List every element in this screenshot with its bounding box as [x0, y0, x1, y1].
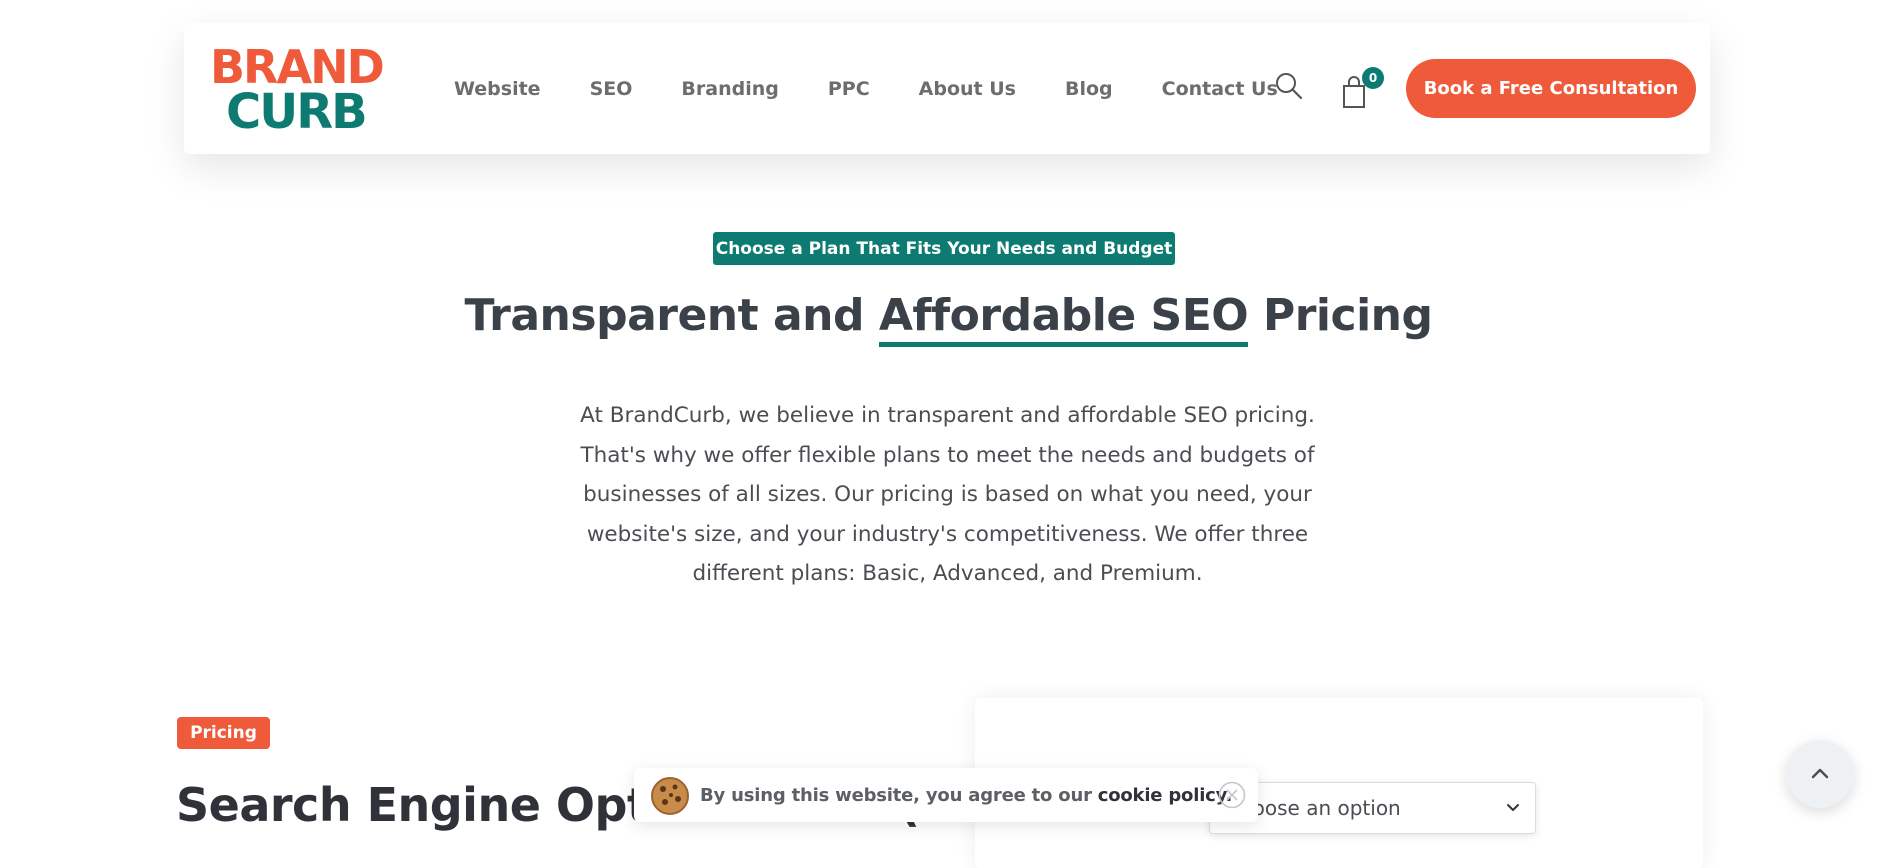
plan-select[interactable]: Choose an option	[1209, 782, 1536, 834]
cart-button[interactable]: 0	[1340, 67, 1384, 109]
search-button[interactable]	[1274, 71, 1304, 103]
chevron-down-icon	[1507, 804, 1519, 811]
nav-ppc[interactable]: PPC	[828, 78, 870, 100]
nav-blog[interactable]: Blog	[1065, 78, 1113, 100]
chevron-up-icon	[1811, 768, 1829, 779]
hero-title-start: Transparent and	[464, 290, 879, 341]
logo-line-2: CURB	[226, 84, 368, 140]
nav-website[interactable]: Website	[454, 78, 541, 100]
cookie-policy-link[interactable]: cookie policy.	[1098, 785, 1233, 806]
hero-title: Transparent and Affordable SEO Pricing	[0, 290, 1897, 347]
main-nav: Website SEO Branding PPC About Us Blog C…	[454, 23, 1327, 154]
cookie-message: By using this website, you agree to our …	[700, 768, 1232, 822]
nav-branding[interactable]: Branding	[681, 78, 778, 100]
cart-count-badge: 0	[1362, 67, 1384, 89]
search-icon	[1276, 73, 1303, 100]
nav-contact-us[interactable]: Contact Us	[1162, 78, 1278, 100]
hero-description: At BrandCurb, we believe in transparent …	[580, 403, 1315, 587]
cookie-notice: By using this website, you agree to our …	[634, 768, 1258, 822]
hero-title-highlight: Affordable SEO	[878, 290, 1249, 347]
pricing-badge: Pricing	[177, 717, 270, 749]
site-header: BRAND CURB Website SEO Branding PPC Abou…	[184, 23, 1710, 154]
close-icon[interactable]	[1218, 781, 1246, 809]
nav-about-us[interactable]: About Us	[919, 78, 1016, 100]
back-to-top-button[interactable]	[1786, 740, 1854, 808]
hero-title-end: Pricing	[1248, 290, 1433, 341]
nav-seo[interactable]: SEO	[590, 78, 633, 100]
cookie-icon	[651, 777, 689, 815]
book-consultation-button[interactable]: Book a Free Consultation	[1406, 59, 1696, 118]
hero-eyebrow: Choose a Plan That Fits Your Needs and B…	[713, 232, 1175, 265]
cookie-text: By using this website, you agree to our	[700, 784, 1092, 806]
brandcurb-logo[interactable]: BRAND CURB	[210, 44, 385, 140]
